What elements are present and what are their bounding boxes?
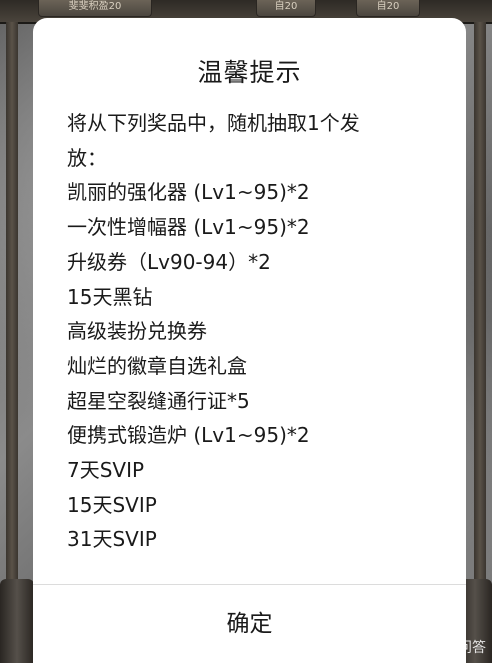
right-rail	[474, 22, 486, 663]
prize-item: 31天SVIP	[67, 527, 157, 552]
watermark-text: 悟空问答	[430, 640, 486, 656]
prize-item: 超星空裂缝通行证*5	[67, 388, 250, 413]
dialog-title: 温馨提示	[197, 58, 302, 87]
prize-item: 7天SVIP	[67, 458, 145, 483]
top-slot: 自20	[356, 0, 420, 17]
message-line: 将从下列奖品中，随机抽取1个发	[67, 111, 360, 135]
notice-dialog: 温馨提示 将从下列奖品中，随机抽取1个发 放： 凯丽的强化器 (Lv1~95)*…	[33, 18, 466, 663]
top-slot: 自20	[256, 0, 316, 17]
prize-item: 便携式锻造炉 (Lv1~95)*2	[67, 423, 310, 448]
prize-item: 15天SVIP	[67, 492, 157, 517]
prize-item: 15天黑钻	[67, 284, 153, 309]
message-line: 放：	[67, 145, 107, 170]
prize-item: 一次性增幅器 (Lv1~95)*2	[67, 215, 310, 240]
left-rail	[6, 22, 18, 663]
prize-item: 凯丽的强化器 (Lv1~95)*2	[67, 180, 310, 205]
prize-item: 灿烂的徽章自选礼盒	[67, 353, 247, 378]
dialog-message: 将从下列奖品中，随机抽取1个发 放： 凯丽的强化器 (Lv1~95)*2 一次性…	[67, 106, 457, 557]
prize-item: 升级券（Lv90-94）*2	[67, 249, 271, 274]
top-slot: 斐斐积盈20	[38, 0, 152, 17]
wukong-logo-icon	[408, 639, 424, 655]
left-knob	[0, 579, 34, 663]
confirm-button[interactable]: 确定	[33, 585, 466, 663]
prize-item: 高级装扮兑换券	[67, 319, 207, 344]
watermark: 悟空问答	[406, 637, 486, 657]
